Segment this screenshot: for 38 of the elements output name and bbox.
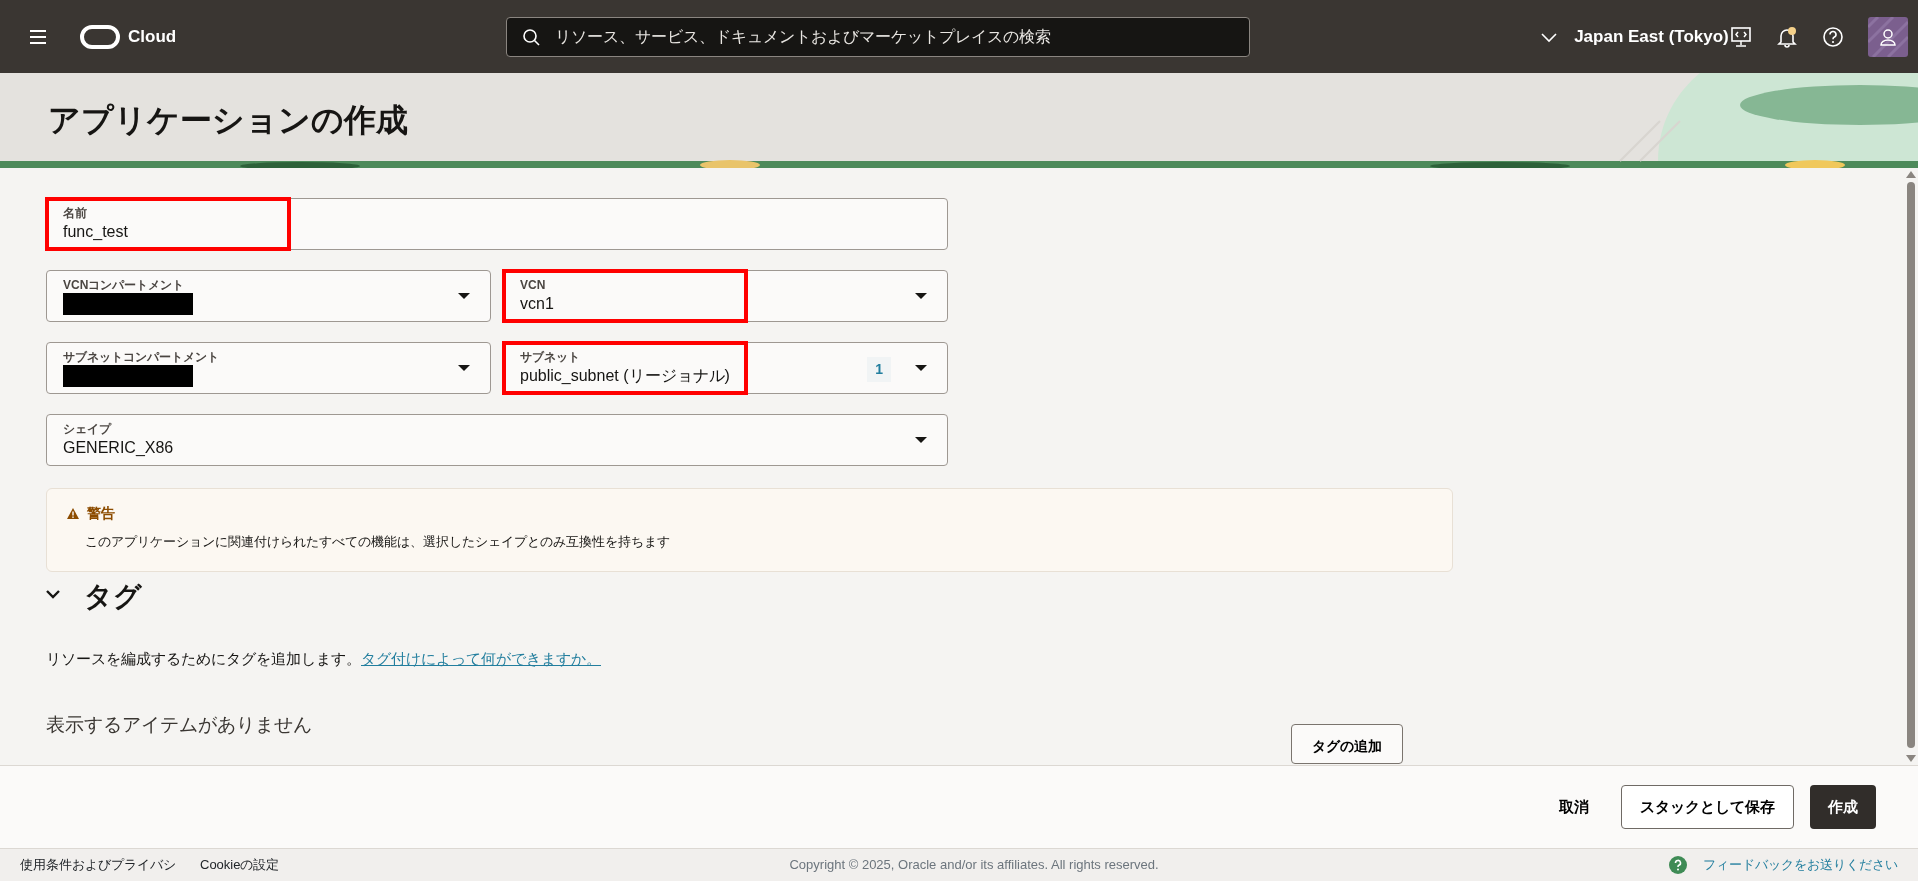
warning-title: 警告: [87, 504, 115, 523]
dropdown-caret-icon: [915, 293, 927, 299]
dropdown-caret-icon: [915, 437, 927, 443]
tags-description: リソースを編成するためにタグを追加します。タグ付けによって何ができますか。: [46, 649, 602, 669]
input-field[interactable]: 名前 func_test: [46, 198, 948, 250]
search-icon: [522, 27, 541, 46]
cancel-button[interactable]: 取消: [1543, 787, 1605, 827]
monitor-icon[interactable]: [1730, 25, 1752, 48]
dropdown-caret-icon: [458, 365, 470, 371]
count-badge: 1: [867, 357, 891, 382]
footer-link[interactable]: 使用条件およびプライバシ: [20, 855, 176, 875]
copyright-text: Copyright © 2025, Oracle and/or its affiliates. All rights reserved.: [789, 856, 1159, 875]
select-field[interactable]: VCNコンパートメント: [46, 270, 491, 322]
avatar-icon[interactable]: [1868, 16, 1908, 57]
warning-message: このアプリケーションに関連付けられたすべての機能は、選択したシェイプとのみ互換性を持ちます: [85, 533, 671, 551]
dropdown-caret-icon: [458, 293, 470, 299]
region-selector[interactable]: Japan East (Tokyo): [1540, 23, 1729, 50]
select-field[interactable]: サブネットコンパートメント: [46, 342, 491, 394]
logo-icon[interactable]: [80, 24, 120, 49]
brand-name[interactable]: Cloud: [128, 23, 177, 50]
section-heading: タグ: [84, 580, 142, 614]
feedback-link[interactable]: フィードバックをお送りください: [1703, 855, 1898, 875]
save-as-stack-button[interactable]: スタックとして保存: [1621, 784, 1794, 830]
empty-message: 表示するアイテムがありません: [46, 712, 313, 737]
dropdown-caret-icon: [915, 365, 927, 371]
add-tag-button[interactable]: タグの追加: [1291, 724, 1403, 764]
help-icon[interactable]: [1822, 25, 1844, 48]
help-icon: [1669, 856, 1687, 874]
select-field[interactable]: シェイプ GENERIC_X86: [46, 414, 948, 466]
help-link[interactable]: タグ付けによって何ができますか。: [361, 650, 601, 667]
warning-icon: [67, 508, 79, 519]
footer-link[interactable]: Cookieの設定: [200, 855, 280, 875]
select-field[interactable]: サブネット public_subnet (リージョナル) 1: [503, 342, 948, 394]
page-title: アプリケーションの作成: [48, 101, 408, 140]
create-button[interactable]: 作成: [1810, 784, 1876, 830]
select-field[interactable]: VCN vcn1: [503, 270, 948, 322]
notification-icon[interactable]: [1776, 25, 1798, 48]
search-field[interactable]: リソース、サービス、ドキュメントおよびマーケットプレイスの検索: [506, 16, 1251, 57]
